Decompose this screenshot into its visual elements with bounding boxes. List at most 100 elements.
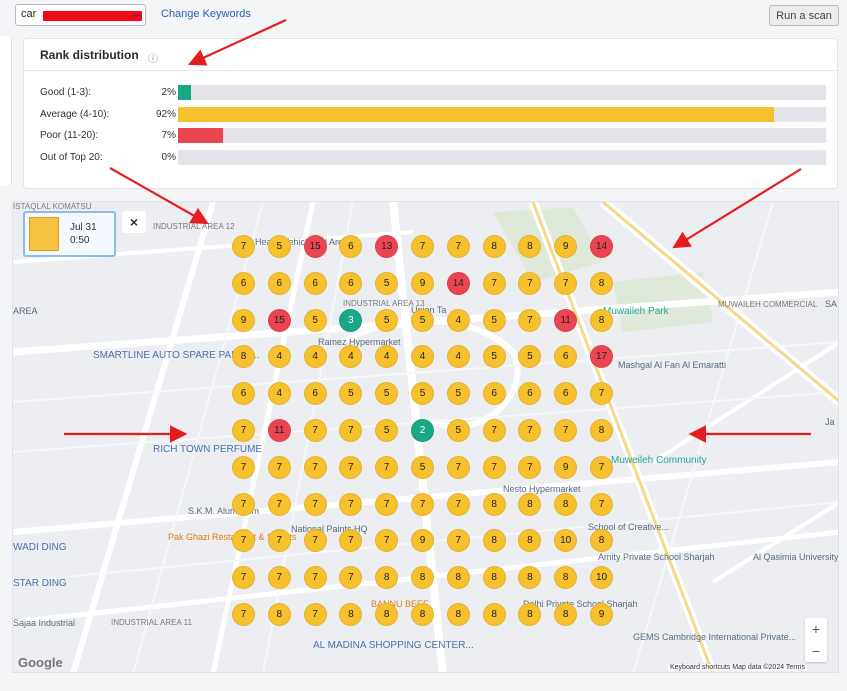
change-keywords-link[interactable]: Change Keywords	[161, 8, 251, 20]
rank-pin[interactable]: 8	[554, 492, 578, 516]
rank-pin[interactable]: 7	[267, 455, 291, 479]
rank-pin[interactable]: 7	[232, 455, 255, 479]
rank-pin[interactable]: 8	[482, 566, 506, 590]
rank-pin[interactable]: 7	[303, 529, 327, 553]
rank-pin[interactable]: 3	[339, 308, 363, 332]
rank-pin[interactable]: 7	[518, 308, 542, 332]
rank-bar-track	[178, 107, 826, 122]
rank-pin[interactable]: 15	[267, 308, 291, 332]
keyword-select[interactable]: car ⌄	[15, 4, 146, 26]
rank-pin[interactable]: 5	[267, 235, 291, 258]
map-label: Sajaa Industrial	[13, 618, 76, 628]
rank-pin[interactable]: 9	[411, 271, 434, 295]
rank-row-percent: 92%	[156, 109, 177, 120]
rank-pin[interactable]: 7	[482, 271, 506, 295]
rank-pin[interactable]: 5	[411, 455, 434, 479]
rank-pin[interactable]: 7	[375, 492, 399, 516]
map-label: Mashgal Al Fan Al Emaratti	[618, 360, 727, 370]
rank-pin[interactable]: 7	[446, 235, 470, 258]
rank-pin[interactable]: 7	[303, 566, 327, 590]
rank-pin[interactable]: 6	[232, 271, 255, 295]
rank-pin[interactable]: 8	[482, 235, 506, 258]
scan-thumbnail	[29, 217, 59, 251]
rank-pin[interactable]: 2	[411, 419, 434, 442]
rank-pin[interactable]: 7	[590, 455, 613, 479]
rank-pin[interactable]: 8	[482, 603, 506, 626]
rank-pin[interactable]: 6	[482, 382, 506, 406]
rank-distribution-title: Rank distribution	[40, 48, 139, 62]
rank-pin[interactable]: 7	[267, 566, 291, 590]
rank-pin[interactable]: 7	[303, 455, 327, 479]
scan-history-card[interactable]: Jul 31 0:50	[23, 211, 116, 257]
map-label: Amity Private School Sharjah	[598, 552, 715, 562]
rank-pin[interactable]: 8	[482, 529, 506, 553]
rank-pin[interactable]: 9	[554, 455, 578, 479]
rank-pin[interactable]: 4	[303, 345, 327, 369]
rank-pin[interactable]: 7	[303, 492, 327, 516]
rank-pin[interactable]: 9	[232, 308, 255, 332]
rank-pin[interactable]: 5	[375, 271, 399, 295]
rank-bar-track	[178, 85, 826, 100]
rank-grid-map[interactable]: ISTAQLAL KOMATSU INDUSTRIAL AREA 12 Heav…	[12, 201, 839, 673]
rank-pin[interactable]: 7	[411, 235, 434, 258]
rank-pin[interactable]: 8	[482, 492, 506, 516]
rank-pin[interactable]: 8	[590, 271, 613, 295]
rank-pin[interactable]: 7	[303, 603, 327, 626]
rank-pin[interactable]: 8	[411, 603, 434, 626]
rank-pin[interactable]: 5	[446, 419, 470, 442]
rank-pin[interactable]: 8	[518, 492, 542, 516]
rank-pin[interactable]: 7	[267, 492, 291, 516]
rank-pin[interactable]: 6	[303, 271, 327, 295]
rank-pin[interactable]: 7	[339, 492, 363, 516]
map-label: Muweileh Community	[611, 455, 707, 466]
rank-row-percent: 7%	[161, 130, 176, 141]
rank-pin[interactable]: 5	[375, 308, 399, 332]
rank-distribution-card: Rank distribution ⓘ Good (1-3): 2% Average…	[23, 38, 838, 189]
info-icon[interactable]: ⓘ	[148, 50, 158, 65]
rank-pin[interactable]: 15	[303, 235, 327, 258]
rank-pin[interactable]: 7	[554, 271, 578, 295]
rank-pin[interactable]: 7	[232, 492, 255, 516]
map-label: ISTAQLAL KOMATSU	[13, 202, 92, 211]
map-label: GEMS Cambridge International Private...	[633, 632, 797, 642]
scan-time: 0:50	[70, 235, 90, 246]
rank-pin[interactable]: 7	[482, 455, 506, 479]
rank-pin[interactable]: 6	[303, 382, 327, 406]
rank-pin[interactable]: 7	[411, 492, 434, 516]
rank-pin[interactable]: 7	[232, 419, 255, 442]
rank-pin[interactable]: 9	[590, 603, 613, 626]
zoom-in-button[interactable]: +	[805, 618, 827, 640]
rank-pin[interactable]: 8	[590, 308, 613, 332]
rank-pin[interactable]: 4	[267, 382, 291, 406]
rank-pin[interactable]: 11	[267, 419, 291, 442]
run-scan-button[interactable]: Run a scan	[769, 5, 839, 26]
rank-pin[interactable]: 8	[446, 566, 470, 590]
map-attribution[interactable]: Keyboard shortcuts Map data ©2024 Terms	[668, 664, 807, 671]
rank-pin[interactable]: 7	[482, 419, 506, 442]
rank-pin[interactable]: 4	[446, 308, 470, 332]
google-logo: Google	[18, 655, 63, 670]
rank-pin[interactable]: 5	[482, 308, 506, 332]
close-icon[interactable]: ×	[122, 211, 146, 233]
rank-pin[interactable]: 5	[446, 382, 470, 406]
rank-pin[interactable]: 11	[554, 308, 578, 332]
rank-pin[interactable]: 6	[267, 271, 291, 295]
map-label: STAR DING	[13, 578, 67, 589]
rank-pin[interactable]: 8	[267, 603, 291, 626]
rank-pin[interactable]: 14	[590, 235, 613, 258]
rank-pin[interactable]: 7	[590, 492, 613, 516]
rank-pin[interactable]: 14	[446, 271, 470, 295]
rank-pin[interactable]: 7	[446, 492, 470, 516]
zoom-out-button[interactable]: −	[805, 640, 827, 662]
rank-pin[interactable]: 8	[446, 603, 470, 626]
rank-pin[interactable]: 7	[232, 603, 255, 626]
rank-pin[interactable]: 5	[411, 308, 434, 332]
rank-pin[interactable]: 7	[303, 419, 327, 442]
rank-pin[interactable]: 7	[375, 455, 399, 479]
rank-pin[interactable]: 5	[303, 308, 327, 332]
rank-pin[interactable]: 5	[482, 345, 506, 369]
rank-pin[interactable]: 7	[446, 455, 470, 479]
rank-pin[interactable]: 7	[232, 235, 255, 258]
map-label: Al Qasimia University	[753, 552, 839, 562]
rank-pin[interactable]: 8	[590, 419, 613, 442]
